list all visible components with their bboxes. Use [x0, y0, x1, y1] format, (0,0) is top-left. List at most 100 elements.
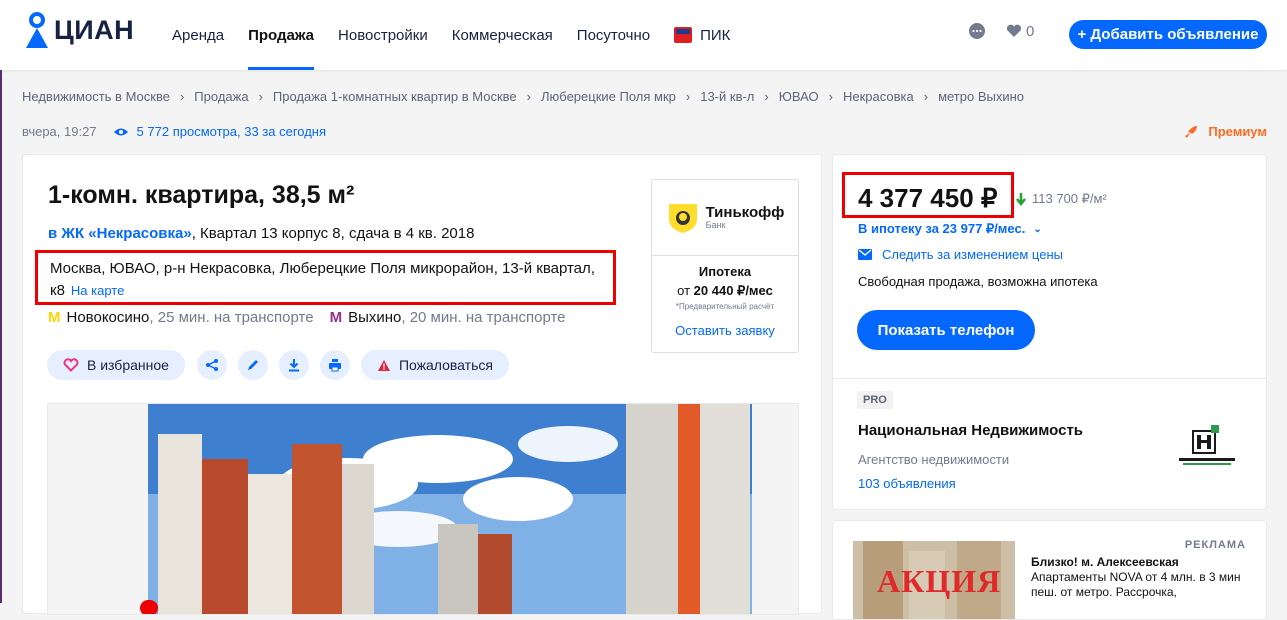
heart-outline-icon: [63, 358, 79, 372]
breadcrumb-item[interactable]: Люберецкие Поля мкр: [541, 89, 676, 104]
bank-logo: Тинькофф Банк: [652, 180, 798, 256]
chevron-right-icon: ›: [179, 89, 185, 104]
offer-actions: В избранное Пожаловаться: [47, 350, 521, 380]
arrow-down-icon: [1016, 193, 1026, 206]
nav-new-buildings[interactable]: Новостройки: [338, 0, 428, 70]
edit-button[interactable]: [237, 350, 268, 380]
chat-icon[interactable]: [968, 22, 986, 40]
mortgage-payment: от 20 440 ₽/мес: [652, 283, 798, 299]
complain-button[interactable]: Пожаловаться: [360, 350, 509, 380]
nav-commercial[interactable]: Коммерческая: [452, 0, 553, 70]
complex-link[interactable]: в ЖК «Некрасовка»: [48, 225, 192, 242]
favorites-count[interactable]: 0: [1026, 23, 1034, 40]
mortgage-text: В ипотеку за 23 977 ₽/мес.: [858, 221, 1026, 236]
breadcrumb-item[interactable]: Недвижимость в Москве: [22, 89, 170, 104]
offer-card: 1-комн. квартира, 38,5 м² в ЖК «Некрасов…: [22, 154, 822, 615]
header-actions: 0: [968, 22, 1034, 40]
bank-name: Тинькофф: [705, 203, 785, 221]
breadcrumb-item[interactable]: Продажа: [194, 89, 248, 104]
logo-text: ЦИАН: [54, 14, 135, 45]
chevron-right-icon: ›: [526, 89, 531, 104]
nav-sale[interactable]: Продажа: [248, 0, 314, 70]
price-per-m2: 113 700 ₽/м²: [1016, 191, 1107, 207]
bank-offer: Ипотека от 20 440 ₽/мес *Предварительный…: [652, 256, 798, 338]
tinkoff-emblem-icon: [668, 203, 697, 233]
eye-icon: [113, 128, 128, 135]
apply-link[interactable]: Оставить заявку: [652, 323, 798, 338]
price-per-m2-value: 113 700 ₽/м²: [1032, 191, 1107, 206]
premium-badge[interactable]: Премиум: [1184, 124, 1267, 139]
ad-banner: АКЦИЯ: [853, 541, 1015, 619]
ad-label: РЕКЛАМА: [1184, 539, 1246, 551]
mortgage-value: 20 440 ₽/мес: [693, 283, 773, 298]
ad-card[interactable]: АКЦИЯ РЕКЛАМА Близко! м. Алексеевская Ап…: [832, 520, 1267, 620]
breadcrumb-item[interactable]: Некрасовка: [843, 89, 914, 104]
complex-info: , Квартал 13 корпус 8, сдача в 4 кв. 201…: [191, 225, 475, 242]
agency-name[interactable]: Национальная Недвижимость: [858, 422, 1083, 439]
agency-logo-mark: [1179, 425, 1235, 465]
follow-text: Следить за изменением цены: [882, 247, 1063, 262]
chevron-down-icon: ⌄: [1033, 223, 1042, 235]
building-photo: [140, 404, 752, 614]
breadcrumb-item[interactable]: 13-й кв-л: [700, 89, 754, 104]
map-link[interactable]: На карте: [71, 283, 124, 298]
pro-badge: PRO: [857, 391, 893, 409]
ad-text-block: Близко! м. Алексеевская Апартаменты NOVA…: [1031, 555, 1251, 600]
sale-type: Свободная продажа, возможна ипотека: [858, 274, 1098, 289]
cian-logo[interactable]: ЦИАН: [24, 10, 134, 50]
bank-sub: Банк: [705, 219, 726, 230]
nav-pik-label: ПИК: [700, 26, 731, 44]
price-follow-link[interactable]: Следить за изменением цены: [858, 247, 1063, 262]
views-text: 5 772 просмотра, 33 за сегодня: [136, 124, 327, 139]
divider: [833, 378, 1266, 379]
price-card: 4 377 450 ₽ 113 700 ₽/м² В ипотеку за 23…: [832, 154, 1267, 510]
metro-station[interactable]: Новокосино: [67, 309, 150, 326]
complain-label: Пожаловаться: [398, 357, 493, 373]
breadcrumb-item[interactable]: ЮВАО: [779, 89, 819, 104]
address-text[interactable]: Москва, ЮВАО, р-н Некрасовка, Люберецкие…: [50, 260, 595, 299]
favorite-label: В избранное: [87, 357, 169, 373]
mortgage-label: Ипотека: [698, 264, 752, 279]
download-button[interactable]: [278, 350, 309, 380]
nav-rent[interactable]: Аренда: [172, 0, 224, 70]
mortgage-dropdown[interactable]: В ипотеку за 23 977 ₽/мес. ⌄: [858, 221, 1042, 237]
ad-title[interactable]: Близко! м. Алексеевская: [1031, 555, 1179, 569]
metro-station[interactable]: Выхино: [348, 309, 401, 326]
breadcrumb-item[interactable]: Продажа 1-комнатных квартир в Москве: [273, 89, 517, 104]
top-navigation-bar: ЦИАН Аренда Продажа Новостройки Коммерче…: [0, 0, 1287, 70]
metro-icon: M: [329, 309, 343, 326]
metro-time: , 20 мин. на транспорте: [401, 309, 566, 326]
bank-widget: Тинькофф Банк Ипотека от 20 440 ₽/мес *П…: [651, 179, 799, 353]
agency-offers-link[interactable]: 103 объявления: [858, 476, 956, 491]
mortgage-from: от: [677, 283, 691, 298]
show-phone-button[interactable]: Показать телефон: [857, 310, 1035, 350]
window-edge: [0, 0, 2, 603]
metro-time: , 25 мин. на транспорте: [149, 309, 314, 326]
breadcrumb-item[interactable]: метро Выхино: [938, 89, 1024, 104]
views-counter[interactable]: 5 772 просмотра, 33 за сегодня: [113, 124, 326, 139]
chevron-right-icon: ›: [685, 89, 691, 104]
print-button[interactable]: [319, 350, 350, 380]
rocket-icon: [1185, 125, 1198, 138]
offer-title: 1-комн. квартира, 38,5 м²: [48, 181, 355, 209]
agency-logo[interactable]: [1173, 423, 1241, 469]
metro-list: M Новокосино, 25 мин. на транспорте M Вы…: [48, 309, 566, 326]
chevron-right-icon: ›: [258, 89, 263, 104]
add-listing-button[interactable]: + Добавить объявление: [1069, 20, 1267, 49]
favorite-button[interactable]: В избранное: [47, 350, 185, 380]
share-button[interactable]: [196, 350, 227, 380]
publish-date: вчера, 19:27: [22, 124, 97, 139]
warning-icon: [377, 359, 390, 371]
logo-mark-icon: [26, 12, 48, 48]
chevron-right-icon: ›: [764, 89, 769, 104]
address-highlight: Москва, ЮВАО, р-н Некрасовка, Люберецкие…: [35, 250, 616, 305]
share-icon: [205, 359, 218, 371]
nav-daily[interactable]: Посуточно: [577, 0, 650, 70]
premium-label: Премиум: [1208, 124, 1267, 139]
heart-icon[interactable]: [1006, 24, 1022, 38]
price-value: 4 377 450 ₽: [858, 183, 998, 213]
nav-pik[interactable]: ПИК: [674, 0, 730, 70]
chevron-right-icon: ›: [828, 89, 833, 104]
offer-photo[interactable]: [47, 403, 799, 615]
complex-line: в ЖК «Некрасовка», Квартал 13 корпус 8, …: [48, 225, 474, 242]
